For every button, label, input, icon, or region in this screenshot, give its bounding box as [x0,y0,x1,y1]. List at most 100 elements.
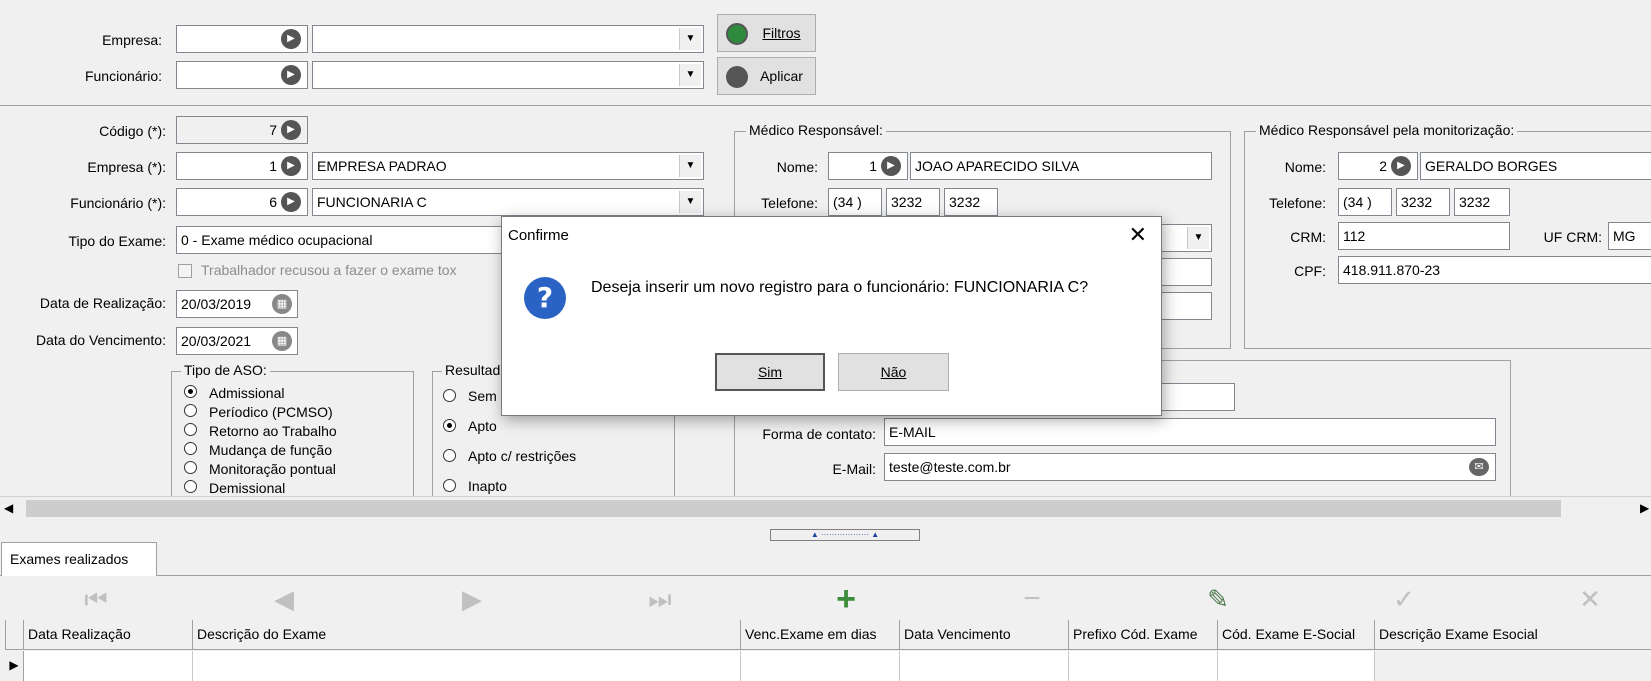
monitor-nome-label: Nome: [1284,159,1326,175]
close-icon[interactable]: ✕ [1129,223,1147,247]
last-record-icon[interactable]: ⏭ [640,584,680,614]
monitor-nome-field[interactable]: GERALDO BORGES [1420,152,1651,180]
scroll-right-icon[interactable]: ▶ [1640,501,1649,515]
sim-button[interactable]: Sim [715,353,825,391]
filter-icon [726,23,748,45]
monitor-tel1-field[interactable]: 3232 [1396,188,1450,216]
lookup-arrow-icon[interactable]: ▶ [281,156,301,176]
add-icon[interactable]: + [826,582,866,616]
lookup-arrow-icon[interactable]: ▶ [281,120,301,140]
trabalhador-recusou-label: Trabalhador recusou a fazer o exame tox [201,262,457,278]
splitter-handle[interactable]: ▲ ·················· ▲ [770,529,920,541]
radio-label: Demissional [209,480,286,496]
apply-icon [726,66,748,88]
grid-header-data-vencimento[interactable]: Data Vencimento [900,620,1069,650]
medico-tel2-field[interactable]: 3232 [944,188,998,216]
table-row-cell[interactable] [741,651,900,681]
edit-icon[interactable]: ✎ [1198,584,1238,614]
funcionario-combo-value: FUNCIONARIA C [317,194,427,210]
grid-header-venc-dias[interactable]: Venc.Exame em dias [741,620,900,650]
resultado-title: Resultad [442,362,504,378]
funcionario-combo[interactable]: FUNCIONARIA C ▼ [312,188,704,216]
medico-title: Médico Responsável: [746,122,886,138]
radio-apto-restricoes[interactable] [443,449,456,462]
monitor-uf-crm-field[interactable]: MG [1608,222,1651,250]
chevron-down-icon[interactable]: ▼ [679,64,701,86]
dialog-titlebar: Confirme ✕ [502,217,1161,255]
monitor-cpf-field[interactable]: 418.911.870-23 [1338,256,1651,284]
grid-indicator-header [5,620,24,650]
tipo-exame-combo[interactable]: 0 - Exame médico ocupacional [176,226,506,254]
trabalhador-recusou-checkbox[interactable] [178,264,192,278]
chevron-down-icon[interactable]: ▼ [679,191,701,213]
horizontal-scrollbar[interactable]: ◀ ▶ [0,496,1651,520]
calendar-icon[interactable]: ▦ [272,331,292,351]
email-field[interactable]: teste@teste.com.br ✉ [884,453,1496,481]
filtros-button[interactable]: Filtros [717,14,816,52]
medico-tel1-field[interactable]: 3232 [886,188,940,216]
confirm-icon[interactable]: ✓ [1384,584,1424,614]
radio-sem[interactable] [443,389,456,402]
table-row-cell[interactable] [900,651,1069,681]
lookup-arrow-icon[interactable]: ▶ [281,29,301,49]
radio-monitoracao[interactable] [184,461,197,474]
table-row-cell[interactable] [193,651,741,681]
medico-nome-label: Nome: [776,159,818,175]
prev-record-icon[interactable]: ◀ [264,584,304,614]
sim-button-label: Sim [757,364,783,380]
medico-nome-field[interactable]: JOAO APARECIDO SILVA [910,152,1212,180]
radio-label: Mudança de função [209,442,332,458]
radio-label: Sem [468,388,497,404]
lookup-arrow-icon[interactable]: ▶ [281,192,301,212]
lookup-arrow-icon[interactable]: ▶ [1391,156,1411,176]
table-row-cell[interactable] [1218,651,1375,681]
email-icon[interactable]: ✉ [1469,458,1489,476]
filter-funcionario-combo[interactable]: ▼ [312,61,704,89]
first-record-icon[interactable]: ⏮ [76,584,116,614]
monitor-ddd-field[interactable]: (34 ) [1338,188,1392,216]
grid-header-desc-esocial[interactable]: Descrição Exame Esocial [1375,620,1651,650]
radio-periodico[interactable] [184,404,197,417]
chevron-down-icon[interactable]: ▼ [679,155,701,177]
calendar-icon[interactable]: ▦ [272,294,292,314]
email-value: teste@teste.com.br [889,459,1011,475]
grid-header-prefixo[interactable]: Prefixo Cód. Exame [1069,620,1218,650]
radio-admissional[interactable] [184,385,197,398]
remove-icon[interactable]: − [1012,584,1052,614]
radio-label: Inapto [468,478,507,494]
radio-inapto[interactable] [443,479,456,492]
radio-retorno[interactable] [184,423,197,436]
chevron-down-icon[interactable]: ▼ [679,28,701,50]
table-row-cell[interactable] [24,651,193,681]
empresa-combo[interactable]: EMPRESA PADRAO ▼ [312,152,704,180]
monitor-crm-field[interactable]: 112 [1338,222,1510,250]
monitor-tel2-field[interactable]: 3232 [1454,188,1510,216]
radio-mudanca[interactable] [184,442,197,455]
grid-header-data-realizacao[interactable]: Data Realização [24,620,193,650]
next-record-icon[interactable]: ▶ [452,584,492,614]
chevron-down-icon[interactable]: ▼ [1187,227,1209,249]
monitor-crm-label: CRM: [1290,229,1326,245]
radio-apto[interactable] [443,419,456,432]
confirm-dialog: Confirme ✕ ? Deseja inserir um novo regi… [501,216,1162,416]
grid-header-descricao-exame[interactable]: Descrição do Exame [193,620,741,650]
medico-ddd-field[interactable]: (34 ) [828,188,882,216]
forma-contato-field[interactable]: E-MAIL [884,418,1496,446]
tipo-exame-value: 0 - Exame médico ocupacional [181,232,373,248]
scroll-thumb[interactable] [26,500,1561,517]
grid-header-cod-esocial[interactable]: Cód. Exame E-Social [1218,620,1375,650]
lookup-arrow-icon[interactable]: ▶ [281,65,301,85]
dialog-button-area: Sim Não [502,323,1161,415]
tab-exames-realizados[interactable]: Exames realizados [1,542,157,576]
table-row-cell[interactable] [1069,651,1218,681]
empresa-label: Empresa (*): [87,159,166,175]
tab-bar-line [0,575,1651,576]
scroll-left-icon[interactable]: ◀ [4,501,13,515]
nao-button[interactable]: Não [838,353,949,391]
lookup-arrow-icon[interactable]: ▶ [881,156,901,176]
aplicar-button[interactable]: Aplicar [717,57,816,95]
cancel-icon[interactable]: ✕ [1570,584,1610,614]
data-realizacao-label: Data de Realização: [39,295,166,311]
radio-demissional[interactable] [184,480,197,493]
filter-empresa-combo[interactable]: ▼ [312,25,704,53]
